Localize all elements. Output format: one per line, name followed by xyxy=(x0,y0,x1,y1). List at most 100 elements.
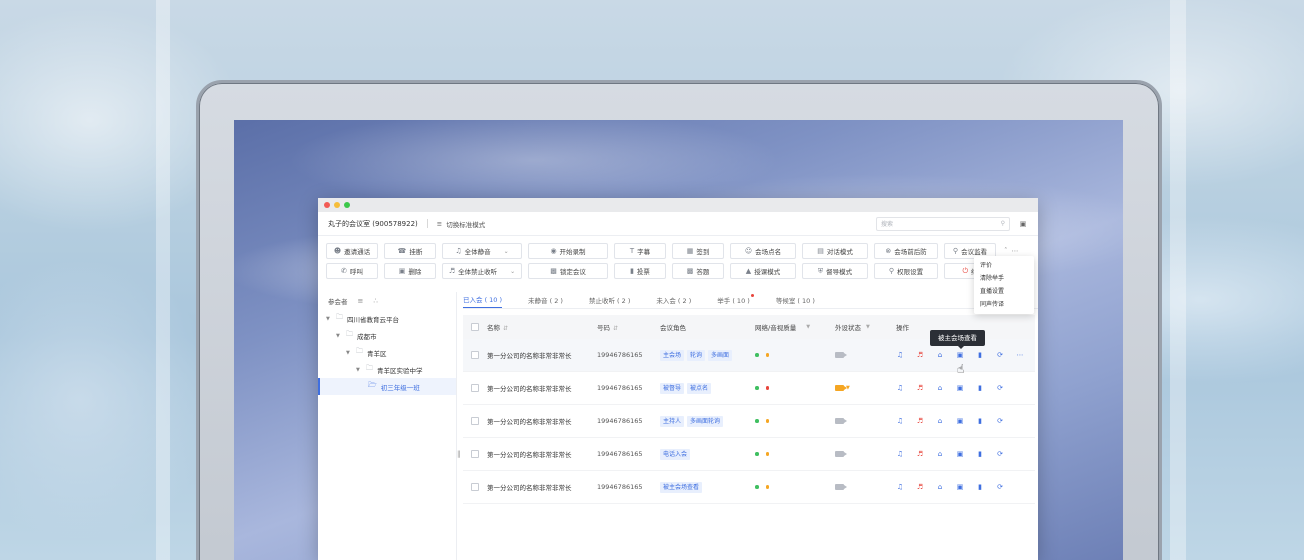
quiz-button[interactable]: ▩ 答题 xyxy=(672,263,724,279)
tab-not-joined[interactable]: 未入会 ( 2 ) xyxy=(656,295,691,308)
tab-joined[interactable]: 已入会 ( 10 ) xyxy=(463,294,503,308)
tree-item-city[interactable]: ▼ 🗀 成都市 xyxy=(318,327,456,344)
supervise-mode-button[interactable]: ⛨ 督导模式 xyxy=(802,263,868,279)
roll-call-button[interactable]: ☺ 会场点名 xyxy=(730,243,796,259)
table-row[interactable]: 第一分公司的名称非常非常长 19946786165 被主会场查看 ♫ ♬ ⌂ ▣… xyxy=(463,471,1035,504)
delete-button[interactable]: ▣ 删除 xyxy=(384,263,436,279)
video-icon[interactable]: ▮ xyxy=(976,450,984,458)
org-tree-icon[interactable]: ∴ xyxy=(373,297,377,305)
tab-unmuted[interactable]: 未静音 ( 2 ) xyxy=(528,295,563,308)
tree-item-class[interactable]: 🗁 初三年级一班 xyxy=(318,378,456,395)
table-row[interactable]: 第一分公司的名称非常非常长 19946786165 主持人 多画面轮询 ♫ ♬ ⌂… xyxy=(463,405,1035,438)
refresh-icon[interactable]: ⟳ xyxy=(996,384,1004,392)
tree-item-district[interactable]: ▼ 🗀 青羊区 xyxy=(318,344,456,361)
home-icon[interactable]: ⌂ xyxy=(936,483,944,491)
list-view-icon[interactable]: ≡ xyxy=(358,297,364,305)
permission-settings-button[interactable]: ⚲ 权限设置 xyxy=(874,263,938,279)
video-icon[interactable]: ▮ xyxy=(976,483,984,491)
view-venue-icon[interactable]: ▣ xyxy=(956,417,964,425)
mic-icon[interactable]: ♫ xyxy=(896,450,904,458)
header-name[interactable]: 名称 ⇵ xyxy=(487,322,597,332)
menu-item-live-settings[interactable]: 直播设置 xyxy=(974,285,1034,298)
view-venue-icon[interactable]: ▣ xyxy=(956,351,964,359)
home-icon[interactable]: ⌂ xyxy=(936,351,944,359)
vote-button[interactable]: ▮ 投票 xyxy=(614,263,666,279)
caret-down-icon[interactable]: ▼ xyxy=(326,316,332,322)
mic-icon[interactable]: ♫ xyxy=(896,351,904,359)
mic-icon[interactable]: ♫ xyxy=(896,384,904,392)
header-number[interactable]: 号码 ⇵ xyxy=(597,322,660,332)
venue-prevent-button[interactable]: ⊗ 会场前后防 xyxy=(874,243,938,259)
maximize-window-button[interactable] xyxy=(344,202,350,208)
chevron-up-icon[interactable]: ˆ xyxy=(1004,247,1008,255)
home-icon[interactable]: ⌂ xyxy=(936,450,944,458)
chevron-down-icon[interactable]: ⌄ xyxy=(504,248,509,255)
tab-raise-hand[interactable]: 举手 ( 10 ) xyxy=(717,294,754,308)
camera-icon[interactable] xyxy=(835,385,847,391)
teaching-mode-button[interactable]: ▲ 授课模式 xyxy=(730,263,796,279)
search-input[interactable]: 搜索 ⚲ xyxy=(876,216,1010,231)
invite-call-button[interactable]: ☻ 邀请通话 xyxy=(326,243,378,259)
sort-icon[interactable]: ⇵ xyxy=(613,325,618,332)
filter-icon[interactable]: ▼ xyxy=(866,324,870,330)
chevron-down-icon[interactable]: ⌄ xyxy=(510,268,515,275)
filter-icon[interactable]: ▼ xyxy=(806,324,810,330)
camera-icon[interactable] xyxy=(835,418,847,424)
close-window-button[interactable] xyxy=(324,202,330,208)
table-row[interactable]: 第一分公司的名称非常非常长 19946786165 被督导 被点名 ▼ ♫ ♬ ⌂… xyxy=(463,372,1035,405)
tab-listen-disabled[interactable]: 禁止收听 ( 2 ) xyxy=(589,295,630,308)
mic-icon[interactable]: ♫ xyxy=(896,417,904,425)
row-checkbox[interactable] xyxy=(471,417,479,425)
speaker-mute-icon[interactable]: ♬ xyxy=(916,450,924,458)
minimize-window-button[interactable] xyxy=(334,202,340,208)
speaker-mute-icon[interactable]: ♬ xyxy=(916,351,924,359)
video-icon[interactable]: ▮ xyxy=(976,417,984,425)
table-row[interactable]: 第一分公司的名称非常非常长 19946786165 电话入会 ♫ ♬ ⌂ ▣ ▮… xyxy=(463,438,1035,471)
mic-icon[interactable]: ♫ xyxy=(896,483,904,491)
more-icon[interactable]: ⋯ xyxy=(1016,351,1024,359)
mode-switch-button[interactable]: ≡ 切换标准模式 xyxy=(437,219,485,229)
video-icon[interactable]: ▮ xyxy=(976,351,984,359)
select-all-checkbox[interactable] xyxy=(471,323,479,331)
refresh-icon[interactable]: ⟳ xyxy=(996,417,1004,425)
caret-down-icon[interactable]: ▼ xyxy=(346,350,352,356)
caret-down-icon[interactable]: ▼ xyxy=(356,367,362,373)
search-icon[interactable]: ⚲ xyxy=(1001,220,1005,227)
tab-waiting-room[interactable]: 等候室 ( 10 ) xyxy=(776,295,815,308)
row-checkbox[interactable] xyxy=(471,351,479,359)
start-recording-button[interactable]: ◉ 开始录制 xyxy=(528,243,608,259)
view-venue-icon[interactable]: ▣ xyxy=(956,450,964,458)
dialog-mode-button[interactable]: ▤ 对话模式 xyxy=(802,243,868,259)
row-checkbox[interactable] xyxy=(471,450,479,458)
row-checkbox[interactable] xyxy=(471,483,479,491)
lock-meeting-button[interactable]: ▩ 锁定会议 xyxy=(528,263,608,279)
camera-icon[interactable] xyxy=(835,451,847,457)
mute-all-button[interactable]: ♫ 全体静音 ⌄ xyxy=(442,243,522,259)
speaker-mute-icon[interactable]: ♬ xyxy=(916,483,924,491)
tree-item-school[interactable]: ▼ 🗀 青羊区实验中学 xyxy=(318,361,456,378)
caret-down-icon[interactable]: ▼ xyxy=(336,333,342,339)
menu-item-evaluate[interactable]: 评价 xyxy=(974,259,1034,272)
speaker-mute-icon[interactable]: ♬ xyxy=(916,417,924,425)
camera-icon[interactable] xyxy=(835,352,847,358)
video-icon[interactable]: ▮ xyxy=(976,384,984,392)
briefcase-icon[interactable]: ▣ xyxy=(1018,219,1028,229)
home-icon[interactable]: ⌂ xyxy=(936,417,944,425)
home-icon[interactable]: ⌂ xyxy=(936,384,944,392)
speaker-mute-icon[interactable]: ♬ xyxy=(916,384,924,392)
menu-item-clear-hands[interactable]: 清除举手 xyxy=(974,272,1034,285)
disable-listening-all-button[interactable]: ♬ 全体禁止收听 ⌄ xyxy=(442,263,522,279)
refresh-icon[interactable]: ⟳ xyxy=(996,351,1004,359)
refresh-icon[interactable]: ⟳ xyxy=(996,450,1004,458)
subtitle-button[interactable]: T 字幕 xyxy=(614,243,666,259)
refresh-icon[interactable]: ⟳ xyxy=(996,483,1004,491)
row-checkbox[interactable] xyxy=(471,384,479,392)
hangup-button[interactable]: ☎ 挂断 xyxy=(384,243,436,259)
menu-item-interpretation[interactable]: 同声传译 xyxy=(974,298,1034,311)
view-venue-icon[interactable]: ▣ xyxy=(956,384,964,392)
sort-icon[interactable]: ⇵ xyxy=(503,325,508,332)
check-in-button[interactable]: ▦ 签到 xyxy=(672,243,724,259)
view-venue-icon[interactable]: ▣ xyxy=(956,483,964,491)
call-button[interactable]: ✆ 呼叫 xyxy=(326,263,378,279)
camera-icon[interactable] xyxy=(835,484,847,490)
